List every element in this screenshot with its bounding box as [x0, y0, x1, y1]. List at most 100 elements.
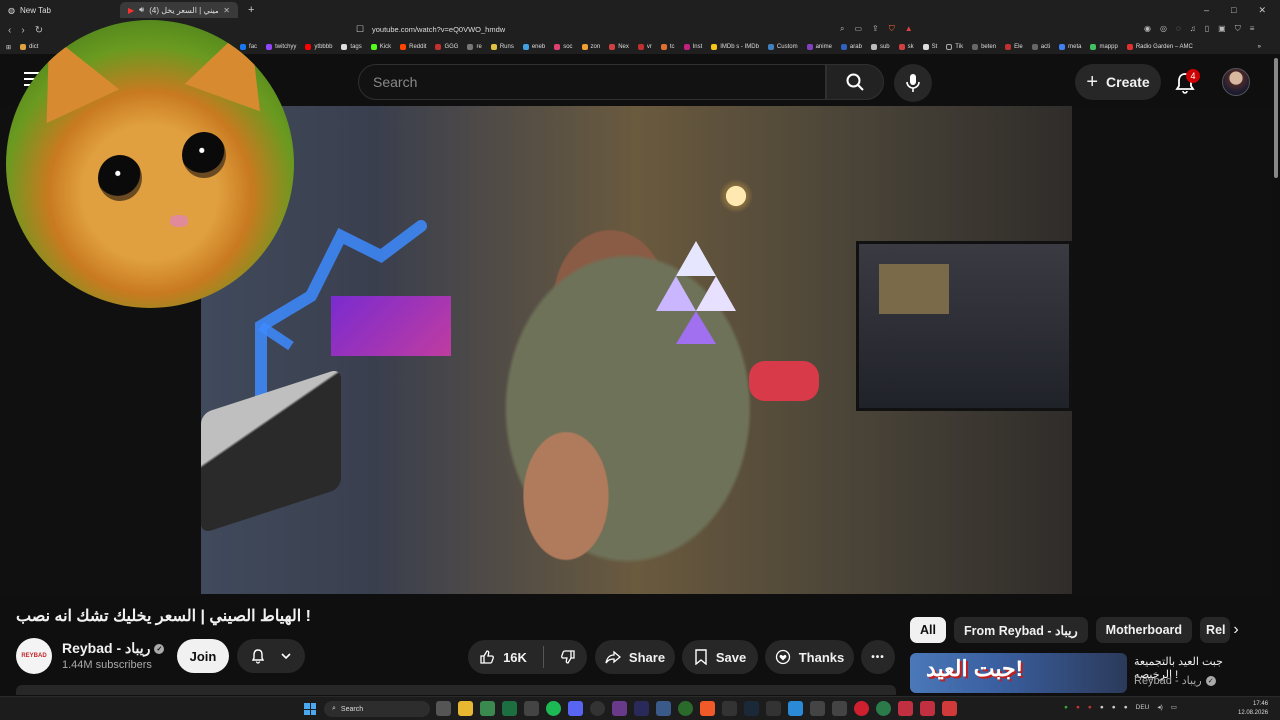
bookmark-item[interactable]: ytbbbb	[305, 44, 332, 50]
recommended-video-channel[interactable]: Reybad - ريباد ✓	[1134, 674, 1216, 687]
join-button[interactable]: Join	[177, 639, 229, 673]
forward-icon[interactable]: ›	[21, 25, 24, 36]
bookmark-item[interactable]: St	[922, 44, 937, 50]
back-icon[interactable]: ‹	[8, 25, 11, 36]
bookmark-item[interactable]: Reddit	[400, 44, 426, 50]
bookmark-item[interactable]: tc	[660, 44, 675, 50]
zoom-icon[interactable]: ⌕	[840, 24, 844, 34]
app-icon[interactable]	[788, 701, 803, 716]
bookmark-item[interactable]: Tik	[946, 44, 963, 50]
vivaldi-icon[interactable]	[942, 701, 957, 716]
extension-icon[interactable]: ◉	[1144, 24, 1151, 34]
subscription-notifications-button[interactable]	[237, 639, 305, 673]
url-field[interactable]: youtube.com/watch?v=eQ0VWO_hmdw	[372, 25, 505, 34]
maximize-button[interactable]: □	[1231, 5, 1236, 16]
sidebar-icon[interactable]: ▯	[1205, 24, 1209, 34]
discord-icon[interactable]	[568, 701, 583, 716]
reload-icon[interactable]: ↻	[35, 25, 43, 36]
app-icon[interactable]	[480, 701, 495, 716]
language-indicator[interactable]: DEU	[1136, 704, 1150, 711]
description-box[interactable]	[16, 685, 896, 695]
share-icon[interactable]: ⇪	[872, 24, 879, 34]
bookmark-item[interactable]: sub	[870, 44, 890, 50]
extension-icon[interactable]: ◎	[1160, 24, 1167, 34]
settings-app-icon[interactable]	[436, 701, 451, 716]
brave-icon[interactable]	[700, 701, 715, 716]
system-clock[interactable]: 17:46 12.08.2026	[1238, 700, 1268, 718]
video-frame[interactable]	[201, 106, 1072, 594]
volume-icon[interactable]: ◂)	[1157, 703, 1162, 711]
bookmarks-overflow-icon[interactable]: »	[1258, 44, 1271, 50]
rewards-icon[interactable]: ▲	[905, 24, 913, 34]
app-icon[interactable]	[524, 701, 539, 716]
bookmark-item[interactable]: tags	[341, 44, 362, 50]
app-icon[interactable]	[722, 701, 737, 716]
bookmark-item[interactable]: eneb	[522, 44, 545, 50]
new-tab-button[interactable]: +	[248, 4, 254, 16]
spotify-icon[interactable]	[546, 701, 561, 716]
bookmark-item[interactable]: zon	[581, 44, 600, 50]
bookmark-item[interactable]: beten	[972, 44, 996, 50]
close-window-button[interactable]: ✕	[1258, 5, 1266, 16]
excel-icon[interactable]	[502, 701, 517, 716]
bookmark-item[interactable]: Inst	[683, 44, 702, 50]
save-button[interactable]: Save	[682, 640, 758, 674]
create-button[interactable]: + Create	[1075, 64, 1161, 100]
bookmark-item[interactable]: re	[467, 44, 482, 50]
app-icon[interactable]	[920, 701, 935, 716]
cast-icon[interactable]: ▭	[854, 24, 862, 34]
menu-icon[interactable]: ≡	[1250, 24, 1255, 34]
thumbs-down-icon[interactable]	[560, 649, 576, 665]
more-actions-button[interactable]: •••	[861, 640, 895, 674]
app-icon[interactable]	[898, 701, 913, 716]
file-explorer-icon[interactable]	[458, 701, 473, 716]
app-icon[interactable]	[678, 701, 693, 716]
page-scrollbar[interactable]	[1272, 54, 1280, 694]
opera-icon[interactable]	[854, 701, 869, 716]
app-icon[interactable]	[590, 701, 605, 716]
bookmark-item[interactable]: arab	[840, 44, 862, 50]
bookmark-item[interactable]: Runs	[490, 44, 514, 50]
chevron-right-icon[interactable]: ›	[1226, 620, 1246, 640]
like-button[interactable]: 16K	[479, 649, 527, 665]
wallet-icon[interactable]: ▣	[1218, 24, 1226, 34]
tab-youtube-video[interactable]: ▶ 🔊︎ (4) الهياط الصيني | السعر يخل ✕	[120, 2, 238, 18]
battery-icon[interactable]: ▭	[1171, 703, 1177, 711]
app-icon[interactable]	[876, 701, 891, 716]
windows-start-icon[interactable]	[304, 703, 316, 715]
tray-icon[interactable]: ●	[1100, 704, 1104, 711]
app-icon[interactable]	[766, 701, 781, 716]
app-icon[interactable]	[832, 701, 847, 716]
tab-new-tab[interactable]: ◍ New Tab	[0, 2, 120, 18]
bookmark-item[interactable]: Nex	[609, 44, 629, 50]
bookmark-item[interactable]: Ele	[1005, 44, 1023, 50]
share-button[interactable]: Share	[595, 640, 675, 674]
bookmark-item[interactable]: mappp	[1090, 44, 1118, 50]
bookmark-star-icon[interactable]: ☐	[356, 24, 364, 35]
bookmark-item[interactable]: Custom	[767, 44, 798, 50]
tray-icon[interactable]: ●	[1124, 704, 1128, 711]
minimize-button[interactable]: –	[1204, 5, 1209, 16]
thanks-button[interactable]: Thanks	[765, 640, 854, 674]
recommended-video-thumbnail[interactable]: جبت العيد!	[910, 653, 1127, 693]
chip-from-channel[interactable]: From Reybad - ريباد	[953, 617, 1088, 643]
bookmark-item[interactable]: Kick	[370, 44, 391, 50]
music-icon[interactable]: ♫	[1190, 24, 1196, 34]
app-icon[interactable]	[612, 701, 627, 716]
bookmark-item[interactable]: GGG	[435, 44, 458, 50]
tray-icon[interactable]: ●	[1088, 704, 1092, 711]
tray-icon[interactable]: ●	[1064, 704, 1068, 711]
shield-icon[interactable]: ⛉	[889, 24, 895, 34]
bookmark-item[interactable]: vr	[637, 44, 652, 50]
app-icon[interactable]	[656, 701, 671, 716]
extension-icon[interactable]: ◌	[1176, 24, 1181, 34]
chip-all[interactable]: All	[910, 617, 946, 643]
search-input[interactable]: Search	[358, 64, 826, 100]
apps-icon[interactable]: ⊞	[6, 44, 11, 51]
steam-icon[interactable]	[744, 701, 759, 716]
bookmark-item[interactable]: sk	[898, 44, 914, 50]
vpn-icon[interactable]: ⛉	[1235, 24, 1241, 34]
bookmark-item[interactable]: soc	[554, 44, 573, 50]
bookmark-item[interactable]: acti	[1031, 44, 1050, 50]
search-button[interactable]	[826, 64, 884, 100]
